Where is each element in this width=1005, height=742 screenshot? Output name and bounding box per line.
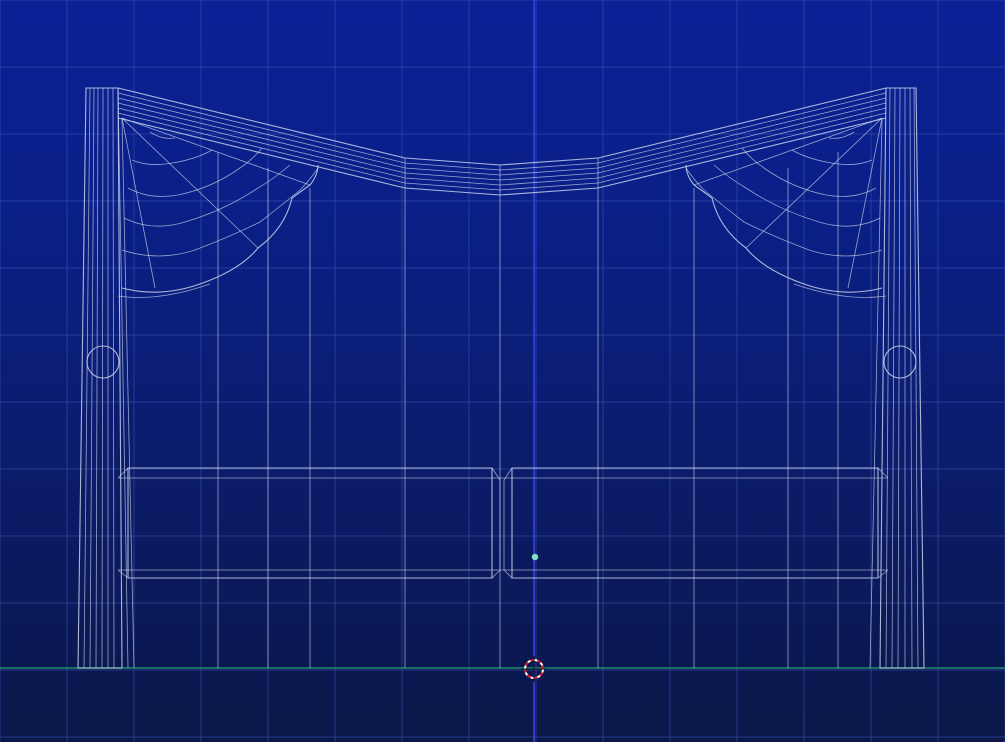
right-cobweb[interactable] <box>685 117 887 298</box>
3d-cursor-icon[interactable] <box>521 656 547 682</box>
object-origin-point[interactable] <box>531 553 539 561</box>
bench-frame[interactable] <box>117 467 889 579</box>
viewport-canvas[interactable] <box>0 0 1005 742</box>
left-post[interactable] <box>77 87 135 669</box>
top-beam[interactable] <box>117 87 887 196</box>
fence-verticals <box>217 152 839 668</box>
3d-viewport[interactable] <box>0 0 1005 742</box>
right-post[interactable] <box>869 87 925 669</box>
